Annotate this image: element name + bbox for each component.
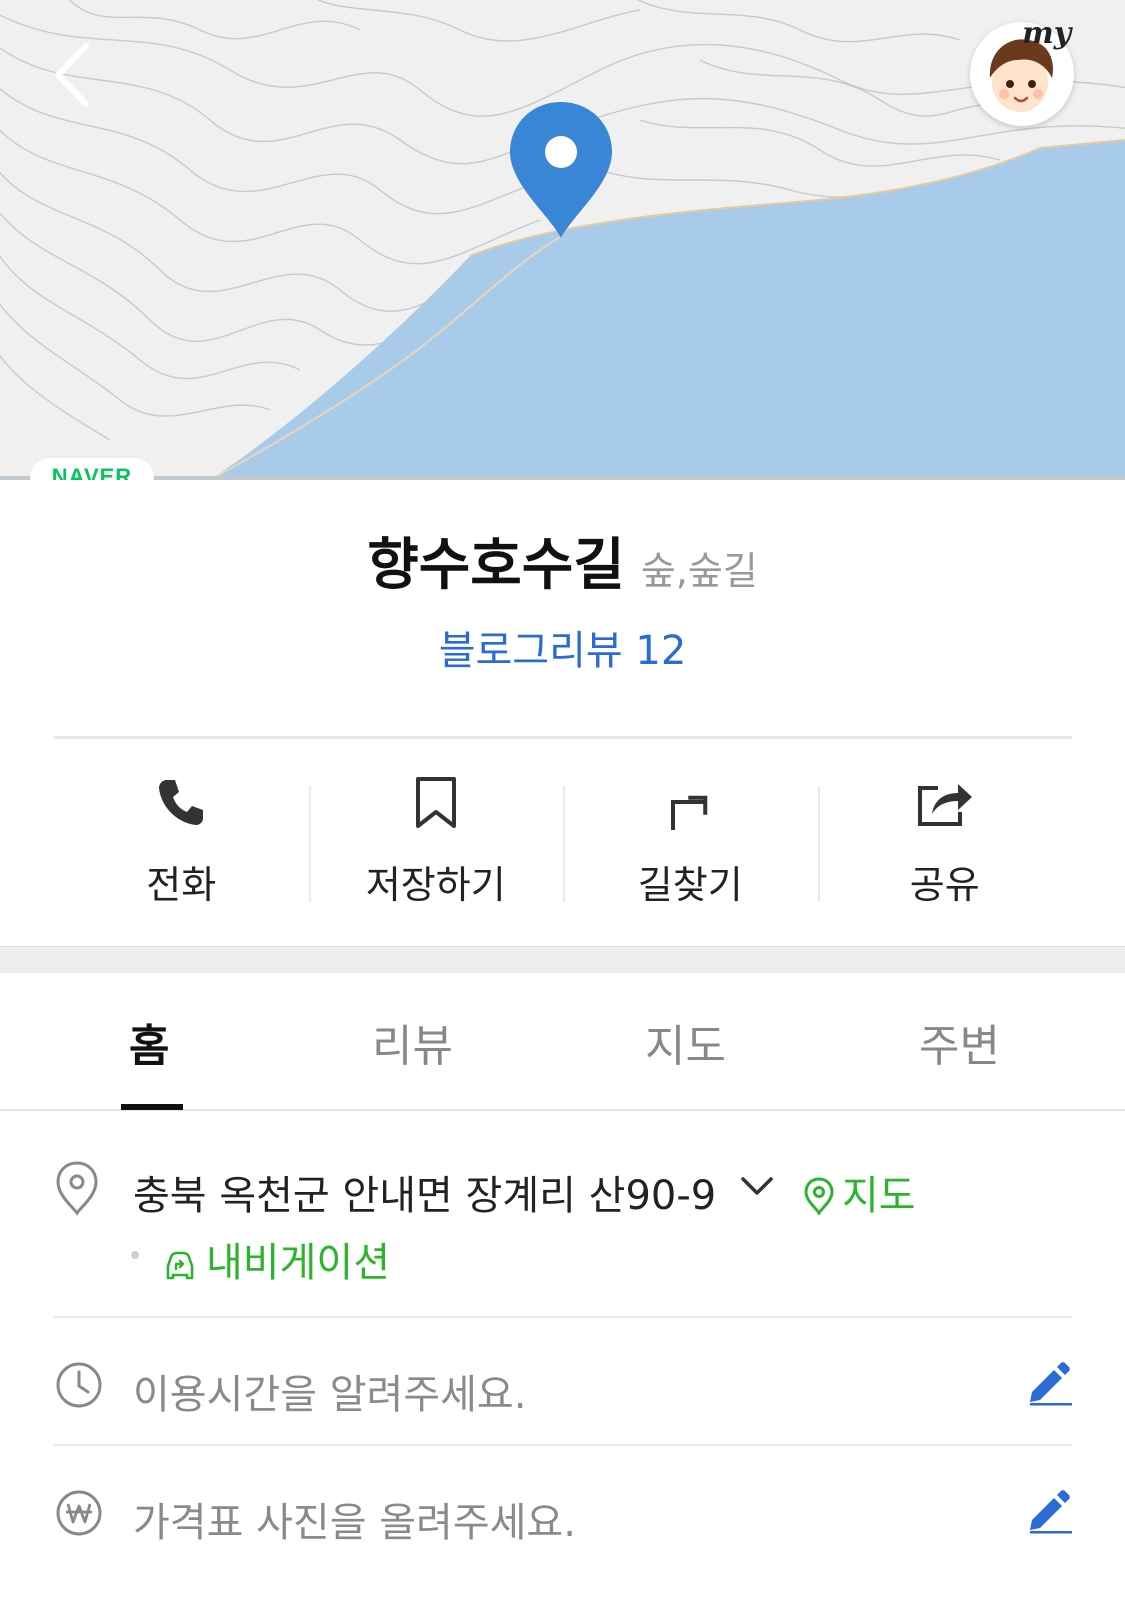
- clock-icon: [56, 1362, 102, 1408]
- directions-label: 길찾기: [637, 863, 743, 907]
- tab-map[interactable]: 지도: [645, 1010, 726, 1074]
- location-pin-icon: [508, 100, 614, 244]
- map-view[interactable]: my NAVER: [0, 0, 1125, 480]
- edit-hours-icon[interactable]: [1026, 1360, 1074, 1406]
- map-pin-icon: [804, 1177, 834, 1217]
- phone-icon: [159, 780, 204, 825]
- share-icon: [917, 784, 972, 826]
- share-button[interactable]: 공유: [817, 762, 1073, 912]
- bullet-dot: [131, 1251, 139, 1259]
- naver-map-logo: NAVER: [30, 458, 154, 480]
- call-button[interactable]: 전화: [54, 762, 309, 912]
- divider: [54, 736, 1072, 739]
- map-link-label: 지도: [842, 1173, 916, 1219]
- call-label: 전화: [146, 863, 217, 907]
- won-currency-icon: [56, 1490, 102, 1536]
- naver-logo-text: NAVER: [51, 464, 133, 480]
- map-link[interactable]: 지도: [804, 1163, 916, 1221]
- blog-review-link[interactable]: 블로그리뷰 12: [0, 618, 1125, 676]
- save-label: 저장하기: [365, 863, 506, 907]
- place-category: 숲,숲길: [640, 549, 758, 593]
- hours-prompt: 이용시간을 알려주세요.: [133, 1372, 527, 1418]
- directions-icon: [671, 795, 708, 830]
- share-label: 공유: [909, 863, 980, 907]
- tab-nearby[interactable]: 주변: [919, 1010, 1000, 1074]
- tab-review[interactable]: 리뷰: [372, 1010, 453, 1074]
- place-title-row: 향수호수길 숲,숲길: [0, 520, 1125, 601]
- chevron-left-icon: [55, 43, 89, 107]
- action-bar: 전화 저장하기 길찾기 공유: [54, 762, 1072, 912]
- tab-home[interactable]: 홈: [129, 1010, 169, 1074]
- divider: [54, 1444, 1072, 1446]
- edit-price-icon[interactable]: [1026, 1488, 1074, 1534]
- navigation-label: 내비게이션: [206, 1240, 390, 1286]
- price-prompt: 가격표 사진을 올려주세요.: [133, 1500, 576, 1546]
- navigation-link[interactable]: 내비게이션: [162, 1230, 390, 1288]
- place-name: 향수호수길: [367, 533, 625, 598]
- save-button[interactable]: 저장하기: [308, 762, 564, 912]
- chevron-down-icon[interactable]: [740, 1176, 774, 1196]
- bookmark-icon: [415, 777, 456, 828]
- active-tab-indicator: [121, 1104, 183, 1110]
- my-badge: my: [1022, 16, 1072, 51]
- divider: [54, 1316, 1072, 1318]
- back-button[interactable]: [48, 40, 104, 110]
- address-text: 충북 옥천군 안내면 장계리 산90-9: [133, 1173, 717, 1219]
- location-outline-icon: [56, 1161, 98, 1216]
- section-separator: [0, 946, 1125, 973]
- car-navigation-icon: [166, 1251, 194, 1280]
- directions-button[interactable]: 길찾기: [563, 762, 818, 912]
